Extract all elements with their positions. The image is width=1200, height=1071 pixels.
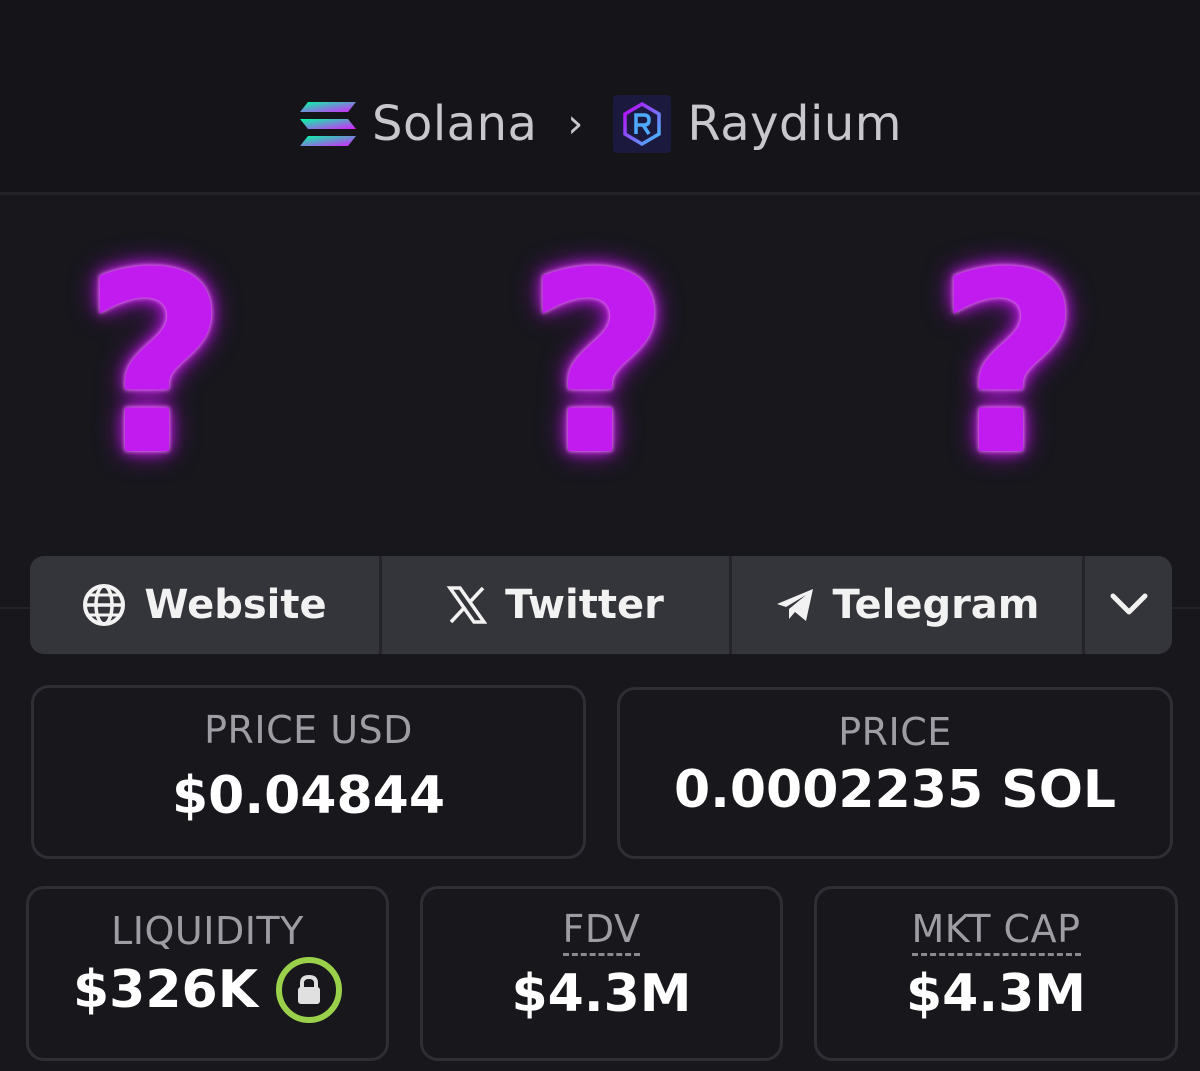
chevron-right-icon: › (567, 101, 584, 147)
price-native-value: 0.0002235 SOL (673, 760, 1117, 820)
chain-label: Solana (371, 96, 538, 152)
website-button[interactable]: Website (30, 556, 382, 654)
telegram-icon (775, 587, 815, 623)
placeholder-image: ? (82, 219, 228, 510)
breadcrumb-chain[interactable]: Solana (298, 96, 537, 152)
mkt-cap-value: $4.3M (905, 964, 1087, 1024)
placeholder-image: ? (525, 219, 671, 510)
social-links-bar: Website Twitter Telegram (30, 556, 1172, 654)
lock-icon[interactable] (276, 957, 343, 1023)
liquidity-card: LIQUIDITY $326K (26, 886, 389, 1061)
chevron-down-icon (1110, 593, 1147, 615)
fdv-card: FDV $4.3M (420, 886, 783, 1061)
price-usd-value: $0.04844 (171, 766, 446, 826)
dex-label: Raydium (687, 96, 903, 152)
mkt-cap-card: MKT CAP $4.3M (814, 886, 1178, 1061)
solana-icon (299, 102, 356, 146)
liquidity-label: LIQUIDITY (111, 909, 304, 953)
website-label: Website (144, 582, 327, 628)
liquidity-value-row: $326K (72, 957, 343, 1023)
globe-icon (82, 583, 126, 627)
fdv-label[interactable]: FDV (562, 909, 641, 956)
breadcrumb-dex[interactable]: Raydium (613, 95, 902, 153)
twitter-label: Twitter (505, 582, 664, 628)
telegram-label: Telegram (832, 582, 1040, 628)
twitter-button[interactable]: Twitter (382, 556, 732, 654)
liquidity-value: $326K (72, 960, 259, 1020)
price-native-card: PRICE 0.0002235 SOL (617, 687, 1173, 859)
telegram-button[interactable]: Telegram (732, 556, 1085, 654)
mkt-cap-label[interactable]: MKT CAP (911, 909, 1081, 956)
price-usd-label: PRICE USD (204, 708, 413, 752)
x-icon (447, 585, 488, 625)
placeholder-image: ? (936, 219, 1082, 510)
more-links-button[interactable] (1085, 556, 1172, 654)
price-native-label: PRICE (838, 710, 952, 754)
breadcrumb: Solana › Raydium (0, 92, 1200, 156)
raydium-icon (613, 95, 672, 153)
price-usd-card: PRICE USD $0.04844 (31, 685, 586, 859)
fdv-value: $4.3M (511, 964, 692, 1024)
